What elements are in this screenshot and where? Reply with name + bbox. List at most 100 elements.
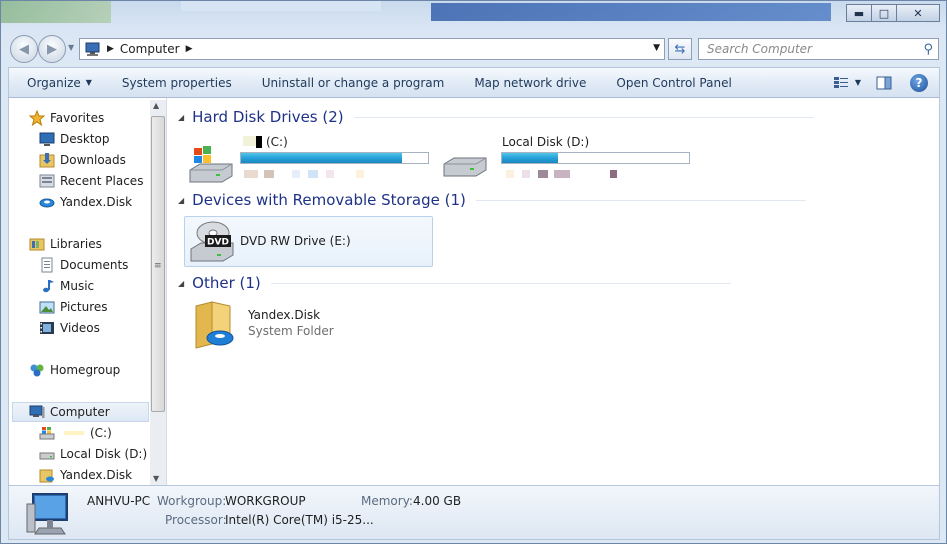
sidebar-item-label: Downloads <box>60 153 126 167</box>
workgroup-label: Workgroup: <box>157 494 227 508</box>
minimize-button[interactable]: ▬ <box>846 4 872 22</box>
sidebar-item-label: Recent Places <box>60 174 144 188</box>
organize-button[interactable]: Organize ▼ <box>9 68 107 97</box>
redacted-free-space <box>538 170 548 178</box>
computer-icon <box>26 493 68 535</box>
sidebar-item-recent-places[interactable]: Recent Places <box>39 171 143 191</box>
help-icon: ? <box>910 73 928 92</box>
preview-pane-button[interactable] <box>869 68 899 97</box>
sidebar-item-drive-d[interactable]: Local Disk (D:) <box>39 444 147 464</box>
nav-scrollbar[interactable]: ▲ ≡ ▼ <box>150 100 166 485</box>
yandex-disk-tile[interactable]: Yandex.Disk System Folder <box>186 300 436 350</box>
address-bar[interactable]: ▶ Computer ▶ ▼ <box>79 38 665 60</box>
yandex-disk-icon <box>39 194 55 210</box>
sidebar-item-downloads[interactable]: Downloads <box>39 150 126 170</box>
sidebar-item-label: (C:) <box>90 426 112 440</box>
redacted-free-space <box>292 170 300 178</box>
sidebar-item-label: Desktop <box>60 132 110 146</box>
sidebar-item-label: Computer <box>50 405 110 419</box>
change-view-button[interactable]: ▼ <box>825 68 869 97</box>
recent-places-icon <box>39 173 55 189</box>
computer-icon <box>29 404 45 420</box>
sidebar-item-yandex-disk[interactable]: Yandex.Disk <box>39 192 132 212</box>
sidebar-item-drive-c[interactable]: (C:) <box>39 423 112 443</box>
memory-label: Memory: <box>361 494 413 508</box>
breadcrumb-computer[interactable]: Computer <box>120 42 180 56</box>
preview-pane-icon <box>876 76 892 89</box>
recent-pages-dropdown[interactable]: ▼ <box>68 43 74 52</box>
sidebar-item-favorites[interactable]: Favorites <box>28 108 104 128</box>
sidebar-item-label: Videos <box>60 321 100 335</box>
dvd-badge: DVD <box>207 238 229 248</box>
sidebar-item-videos[interactable]: Videos <box>39 318 100 338</box>
sidebar-item-music[interactable]: Music <box>39 276 94 296</box>
title-bar-blur <box>1 1 111 23</box>
open-control-panel-button[interactable]: Open Control Panel <box>601 68 746 97</box>
refresh-icon: ⇆ <box>674 41 686 57</box>
videos-icon <box>39 320 55 336</box>
sidebar-item-label: Homegroup <box>50 363 121 377</box>
grip-icon: ≡ <box>154 261 162 271</box>
group-hard-disk-drives[interactable]: ◢ Hard Disk Drives (2) <box>178 108 814 126</box>
redacted-free-space <box>506 170 514 178</box>
collapse-triangle-icon[interactable]: ◢ <box>178 279 184 288</box>
sidebar-item-label: Local Disk (D:) <box>60 447 148 461</box>
music-icon <box>39 278 55 294</box>
group-other[interactable]: ◢ Other (1) <box>178 274 731 292</box>
group-title: Hard Disk Drives (2) <box>192 108 344 126</box>
maximize-button[interactable]: □ <box>871 4 897 22</box>
refresh-button[interactable]: ⇆ <box>668 38 692 60</box>
documents-icon <box>39 257 55 273</box>
hard-drive-icon <box>39 446 55 462</box>
back-button[interactable]: ◀ <box>10 35 38 63</box>
scroll-down-icon[interactable]: ▼ <box>153 474 159 483</box>
view-options-icon <box>833 76 848 88</box>
title-bar: ▬ □ ✕ <box>1 1 946 31</box>
processor-label: Processor: <box>165 513 227 527</box>
map-network-drive-button[interactable]: Map network drive <box>459 68 601 97</box>
drive-e-tile[interactable]: DVD DVD RW Drive (E:) <box>184 216 433 267</box>
sidebar-item-homegroup[interactable]: Homegroup <box>29 360 120 380</box>
downloads-folder-icon <box>39 152 55 168</box>
search-box[interactable]: ⚲ <box>698 38 939 60</box>
redacted-free-space <box>610 170 617 178</box>
system-properties-button[interactable]: System properties <box>107 68 247 97</box>
address-dropdown-icon[interactable]: ▼ <box>653 43 660 53</box>
sidebar-item-libraries[interactable]: Libraries <box>29 234 102 254</box>
yandex-disk-name: Yandex.Disk <box>248 308 321 322</box>
redacted-free-space <box>308 170 318 178</box>
main-area: Favorites Desktop Downloads Recent Place… <box>8 98 940 485</box>
redacted-free-space <box>244 170 258 178</box>
homegroup-icon <box>29 362 45 378</box>
collapse-triangle-icon[interactable]: ◢ <box>178 196 184 205</box>
search-input[interactable] <box>707 42 907 56</box>
scroll-up-icon[interactable]: ▲ <box>153 101 159 110</box>
breadcrumb-separator-icon[interactable]: ▶ <box>186 44 193 54</box>
explorer-window: ▬ □ ✕ ◀ ▶ ▼ ▶ Computer ▶ ▼ ⇆ ⚲ Organize ▼… <box>0 0 947 544</box>
sidebar-item-pictures[interactable]: Pictures <box>39 297 108 317</box>
yandex-folder-icon <box>39 467 55 483</box>
sidebar-item-label: Libraries <box>50 237 102 251</box>
back-arrow-icon: ◀ <box>19 41 29 57</box>
organize-label: Organize <box>27 75 81 90</box>
sidebar-item-desktop[interactable]: Desktop <box>39 129 110 149</box>
forward-button[interactable]: ▶ <box>38 35 66 63</box>
close-button[interactable]: ✕ <box>896 4 940 22</box>
group-title: Devices with Removable Storage (1) <box>192 191 466 209</box>
group-removable-storage[interactable]: ◢ Devices with Removable Storage (1) <box>178 191 806 209</box>
uninstall-program-button[interactable]: Uninstall or change a program <box>247 68 460 97</box>
sidebar-item-computer[interactable]: Computer <box>12 402 149 422</box>
sidebar-item-yandex-disk-2[interactable]: Yandex.Disk <box>39 465 132 485</box>
yandex-folder-icon <box>195 301 234 349</box>
windows-drive-icon <box>189 146 233 183</box>
breadcrumb-separator-icon[interactable]: ▶ <box>107 44 114 54</box>
search-icon[interactable]: ⚲ <box>923 42 933 57</box>
collapse-triangle-icon[interactable]: ◢ <box>178 113 184 122</box>
window-controls: ▬ □ ✕ <box>846 4 940 22</box>
star-icon <box>28 109 46 127</box>
title-bar-blur <box>181 1 381 11</box>
memory-value: 4.00 GB <box>413 494 462 508</box>
desktop-icon <box>39 131 55 147</box>
sidebar-item-documents[interactable]: Documents <box>39 255 128 275</box>
help-button[interactable]: ? <box>899 68 939 97</box>
